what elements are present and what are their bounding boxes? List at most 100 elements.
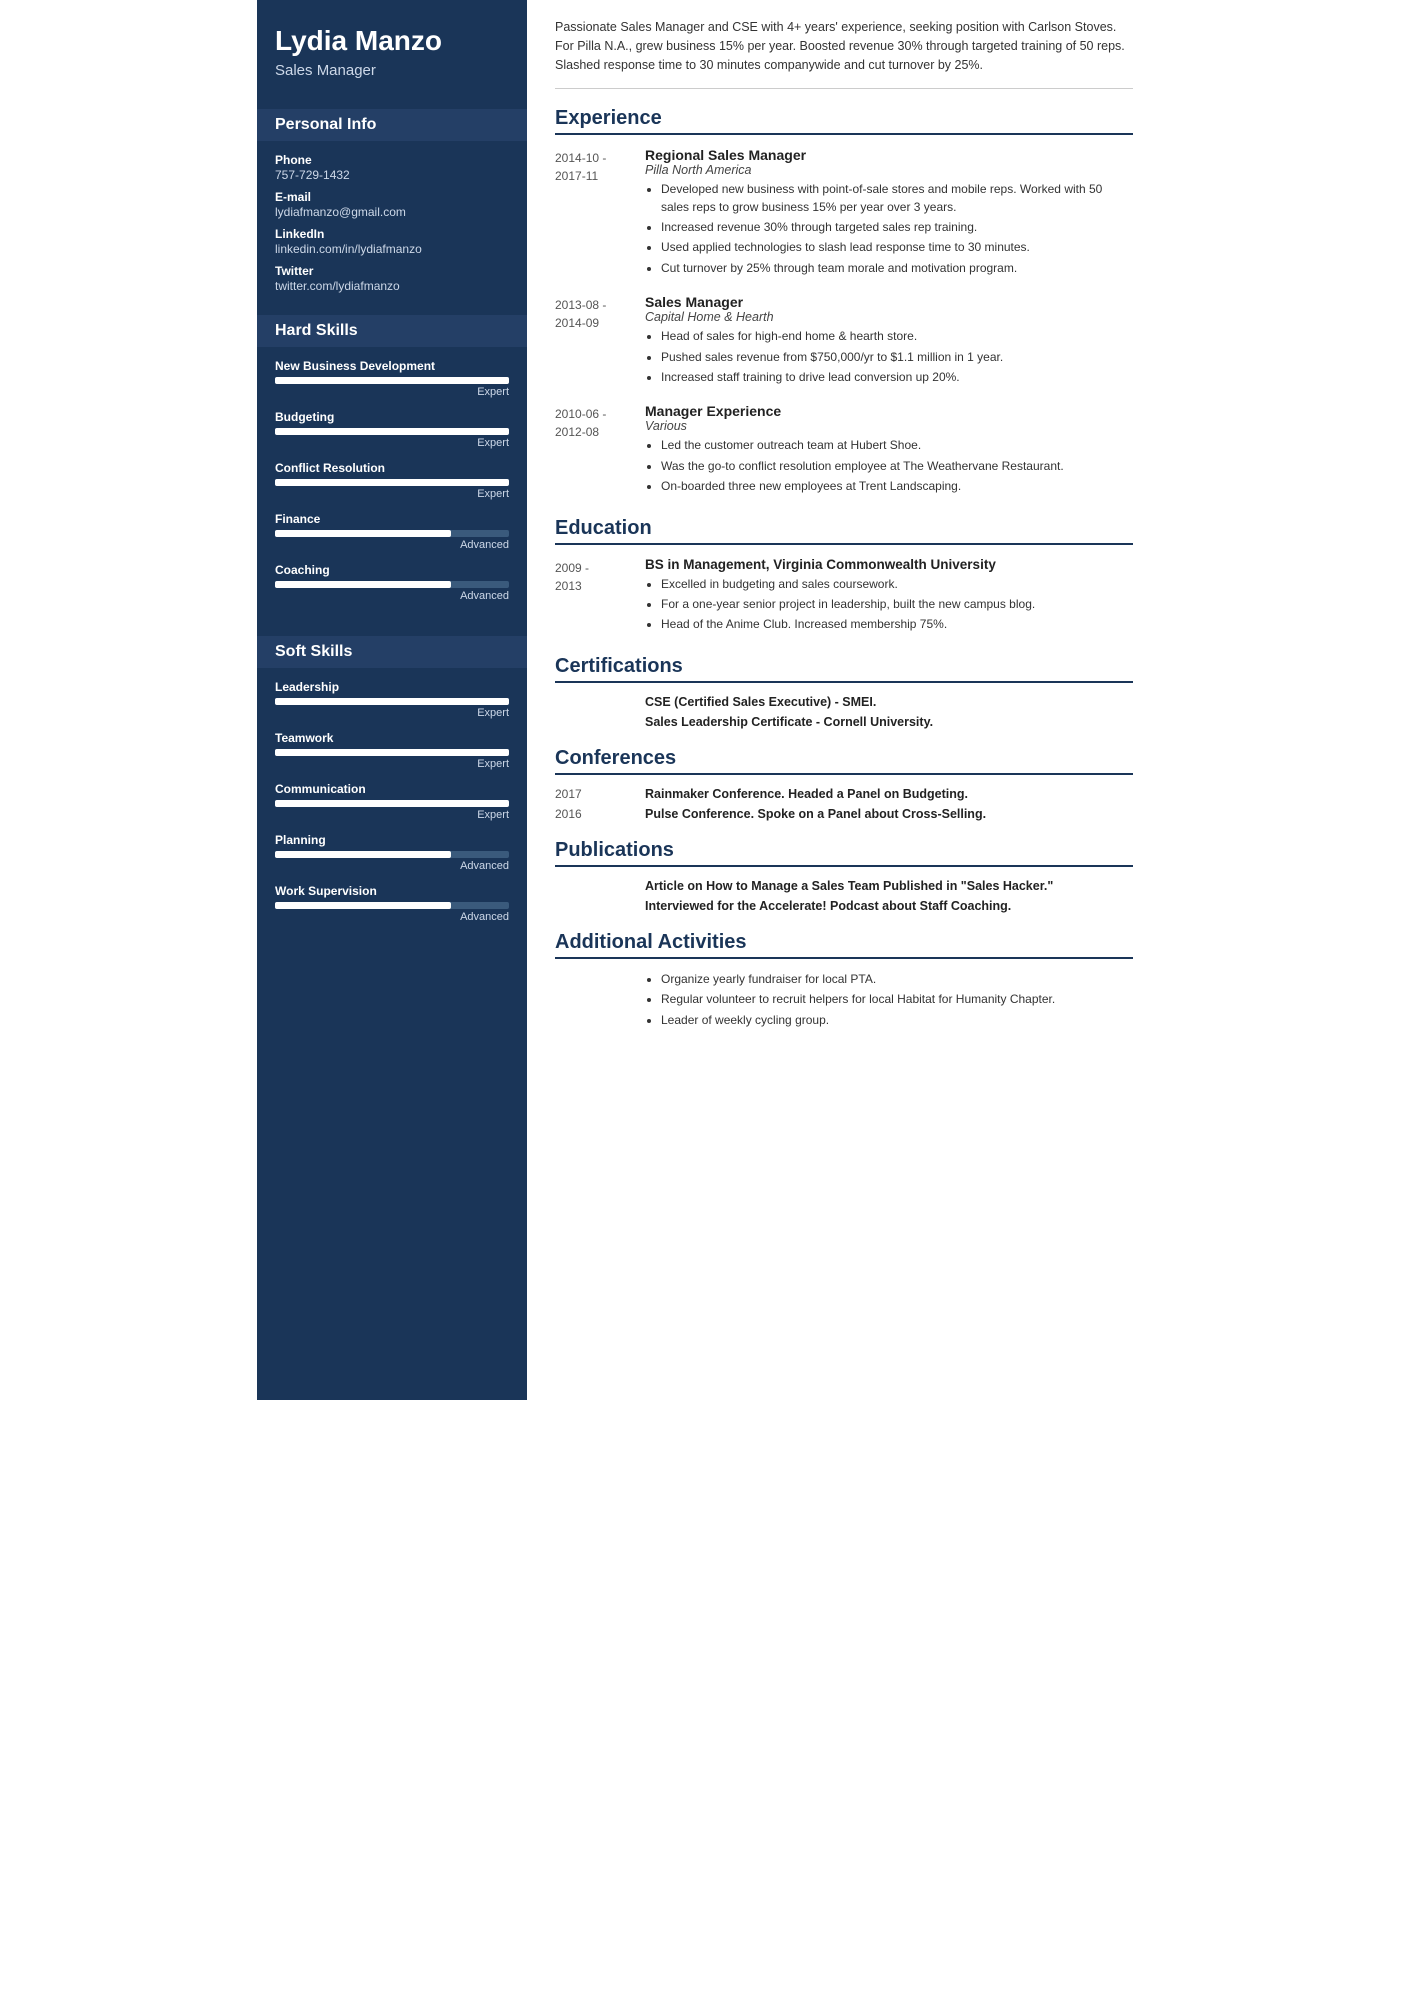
- list-item: Head of sales for high-end home & hearth…: [661, 328, 1133, 345]
- cert-item-2: Sales Leadership Certificate - Cornell U…: [645, 715, 1133, 729]
- cert-item-1: CSE (Certified Sales Executive) - SMEI.: [645, 695, 1133, 709]
- exp-dates-1: 2014-10 -2017-11: [555, 147, 645, 280]
- experience-title: Experience: [555, 107, 1133, 135]
- edu-entry-1: 2009 -2013 BS in Management, Virginia Co…: [555, 557, 1133, 637]
- exp-entry-1: 2014-10 -2017-11 Regional Sales Manager …: [555, 147, 1133, 280]
- exp-content-1: Regional Sales Manager Pilla North Ameri…: [645, 147, 1133, 280]
- certifications-content: CSE (Certified Sales Executive) - SMEI. …: [555, 695, 1133, 729]
- skill-bar-bg: [275, 800, 509, 807]
- list-item: On-boarded three new employees at Trent …: [661, 478, 1133, 495]
- skill-coaching: Coaching Advanced: [275, 563, 509, 602]
- skill-teamwork: Teamwork Expert: [275, 731, 509, 770]
- list-item: Increased staff training to drive lead c…: [661, 369, 1133, 386]
- exp-bullets-3: Led the customer outreach team at Hubert…: [645, 437, 1133, 495]
- list-item: Organize yearly fundraiser for local PTA…: [661, 971, 1133, 988]
- education-section: Education 2009 -2013 BS in Management, V…: [555, 517, 1133, 637]
- exp-content-3: Manager Experience Various Led the custo…: [645, 403, 1133, 498]
- skill-planning: Planning Advanced: [275, 833, 509, 872]
- skill-bar-bg: [275, 377, 509, 384]
- edu-bullets-1: Excelled in budgeting and sales coursewo…: [645, 576, 1133, 634]
- skill-bar-fill: [275, 428, 509, 435]
- skill-leadership: Leadership Expert: [275, 680, 509, 719]
- list-item: Cut turnover by 25% through team morale …: [661, 260, 1133, 277]
- additional-activities-content: Organize yearly fundraiser for local PTA…: [555, 971, 1133, 1029]
- summary-text: Passionate Sales Manager and CSE with 4+…: [555, 18, 1133, 89]
- certifications-section: Certifications CSE (Certified Sales Exec…: [555, 655, 1133, 729]
- skill-new-business: New Business Development Expert: [275, 359, 509, 398]
- personal-info-title: Personal Info: [257, 109, 527, 141]
- exp-content-2: Sales Manager Capital Home & Hearth Head…: [645, 294, 1133, 389]
- personal-info-email: E-mail lydiafmanzo@gmail.com: [275, 190, 509, 219]
- list-item: Head of the Anime Club. Increased member…: [661, 616, 1133, 633]
- list-item: Pushed sales revenue from $750,000/yr to…: [661, 349, 1133, 366]
- candidate-title: Sales Manager: [275, 62, 509, 79]
- skill-bar-bg: [275, 530, 509, 537]
- list-item: Increased revenue 30% through targeted s…: [661, 219, 1133, 236]
- publications-section: Publications Article on How to Manage a …: [555, 839, 1133, 913]
- certifications-title: Certifications: [555, 655, 1133, 683]
- experience-section: Experience 2014-10 -2017-11 Regional Sal…: [555, 107, 1133, 498]
- resume-container: Lydia Manzo Sales Manager Personal Info …: [257, 0, 1157, 1400]
- pub-item-2: Interviewed for the Accelerate! Podcast …: [645, 899, 1133, 913]
- list-item: Led the customer outreach team at Hubert…: [661, 437, 1133, 454]
- conf-entry-2: 2016 Pulse Conference. Spoke on a Panel …: [555, 807, 1133, 821]
- skill-bar-bg: [275, 749, 509, 756]
- skill-bar-fill: [275, 479, 509, 486]
- skill-bar-bg: [275, 428, 509, 435]
- skill-bar-fill: [275, 800, 509, 807]
- list-item: Regular volunteer to recruit helpers for…: [661, 991, 1133, 1008]
- soft-skills-title: Soft Skills: [257, 636, 527, 668]
- skill-bar-fill: [275, 581, 451, 588]
- hard-skills-title: Hard Skills: [257, 315, 527, 347]
- list-item: Was the go-to conflict resolution employ…: [661, 458, 1133, 475]
- skill-bar-fill: [275, 377, 509, 384]
- main-content: Passionate Sales Manager and CSE with 4+…: [527, 0, 1157, 1400]
- skill-bar-bg: [275, 581, 509, 588]
- additional-activities-title: Additional Activities: [555, 931, 1133, 959]
- sidebar-header: Lydia Manzo Sales Manager: [257, 0, 527, 95]
- edu-dates-1: 2009 -2013: [555, 557, 645, 637]
- skill-bar-bg: [275, 851, 509, 858]
- personal-info-twitter: Twitter twitter.com/lydiafmanzo: [275, 264, 509, 293]
- skill-bar-bg: [275, 698, 509, 705]
- skill-work-supervision: Work Supervision Advanced: [275, 884, 509, 923]
- list-item: Developed new business with point-of-sal…: [661, 181, 1133, 216]
- skill-budgeting: Budgeting Expert: [275, 410, 509, 449]
- skill-bar-fill: [275, 902, 451, 909]
- exp-entry-3: 2010-06 -2012-08 Manager Experience Vari…: [555, 403, 1133, 498]
- publications-content: Article on How to Manage a Sales Team Pu…: [555, 879, 1133, 913]
- pub-item-1: Article on How to Manage a Sales Team Pu…: [645, 879, 1133, 893]
- skill-bar-fill: [275, 851, 451, 858]
- skill-finance: Finance Advanced: [275, 512, 509, 551]
- education-title: Education: [555, 517, 1133, 545]
- conferences-title: Conferences: [555, 747, 1133, 775]
- exp-bullets-1: Developed new business with point-of-sal…: [645, 181, 1133, 277]
- list-item: Leader of weekly cycling group.: [661, 1012, 1133, 1029]
- candidate-name: Lydia Manzo: [275, 24, 509, 58]
- list-item: For a one-year senior project in leaders…: [661, 596, 1133, 613]
- skill-conflict-resolution: Conflict Resolution Expert: [275, 461, 509, 500]
- soft-skills-section: Soft Skills Leadership Expert Teamwork E…: [257, 622, 527, 943]
- additional-activities-bullets: Organize yearly fundraiser for local PTA…: [645, 971, 1133, 1029]
- skill-bar-fill: [275, 698, 509, 705]
- list-item: Used applied technologies to slash lead …: [661, 239, 1133, 256]
- personal-info-phone: Phone 757-729-1432: [275, 153, 509, 182]
- publications-title: Publications: [555, 839, 1133, 867]
- exp-dates-3: 2010-06 -2012-08: [555, 403, 645, 498]
- exp-dates-2: 2013-08 -2014-09: [555, 294, 645, 389]
- conferences-section: Conferences 2017 Rainmaker Conference. H…: [555, 747, 1133, 821]
- skill-bar-bg: [275, 479, 509, 486]
- skill-bar-fill: [275, 530, 451, 537]
- exp-entry-2: 2013-08 -2014-09 Sales Manager Capital H…: [555, 294, 1133, 389]
- conf-entry-1: 2017 Rainmaker Conference. Headed a Pane…: [555, 787, 1133, 801]
- sidebar: Lydia Manzo Sales Manager Personal Info …: [257, 0, 527, 1400]
- skill-bar-fill: [275, 749, 509, 756]
- personal-info-section: Personal Info Phone 757-729-1432 E-mail …: [257, 95, 527, 301]
- skill-communication: Communication Expert: [275, 782, 509, 821]
- skill-bar-bg: [275, 902, 509, 909]
- edu-content-1: BS in Management, Virginia Commonwealth …: [645, 557, 1133, 637]
- personal-info-linkedin: LinkedIn linkedin.com/in/lydiafmanzo: [275, 227, 509, 256]
- exp-bullets-2: Head of sales for high-end home & hearth…: [645, 328, 1133, 386]
- additional-activities-section: Additional Activities Organize yearly fu…: [555, 931, 1133, 1029]
- list-item: Excelled in budgeting and sales coursewo…: [661, 576, 1133, 593]
